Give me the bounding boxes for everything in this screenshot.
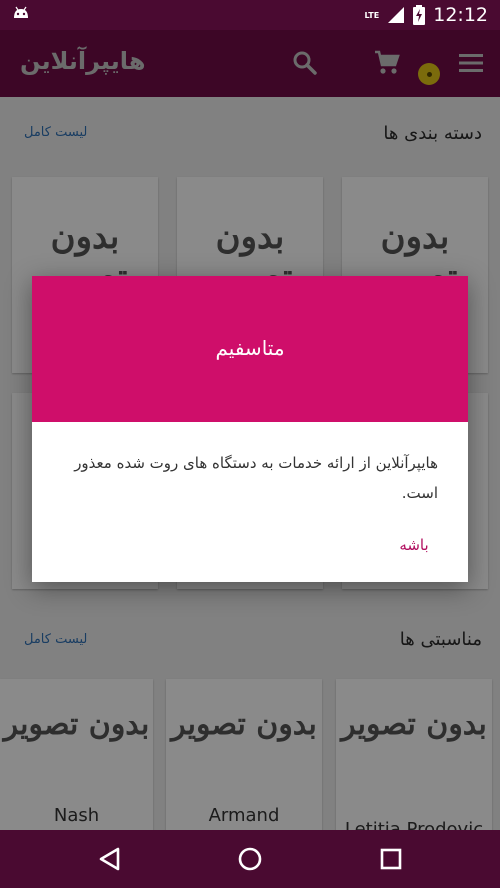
dialog-message: هایپرآنلاین از ارائه خدمات به دستگاه های… <box>74 454 438 502</box>
clock: 12:12 <box>433 4 488 26</box>
root-warning-dialog: متاسفیم هایپرآنلاین از ارائه خدمات به دس… <box>32 276 468 582</box>
back-triangle-icon[interactable] <box>95 844 125 874</box>
dialog-title: متاسفیم <box>215 336 285 360</box>
dialog-ok-button[interactable]: باشه <box>384 530 444 560</box>
battery-charging-icon <box>413 5 426 25</box>
home-circle-icon[interactable] <box>235 844 265 874</box>
system-nav-bar <box>0 830 500 888</box>
signal-icon <box>388 7 405 23</box>
android-icon <box>14 6 28 18</box>
recents-square-icon[interactable] <box>376 844 406 874</box>
status-bar: LTE 12:12 <box>0 0 500 30</box>
network-type: LTE <box>364 10 380 20</box>
